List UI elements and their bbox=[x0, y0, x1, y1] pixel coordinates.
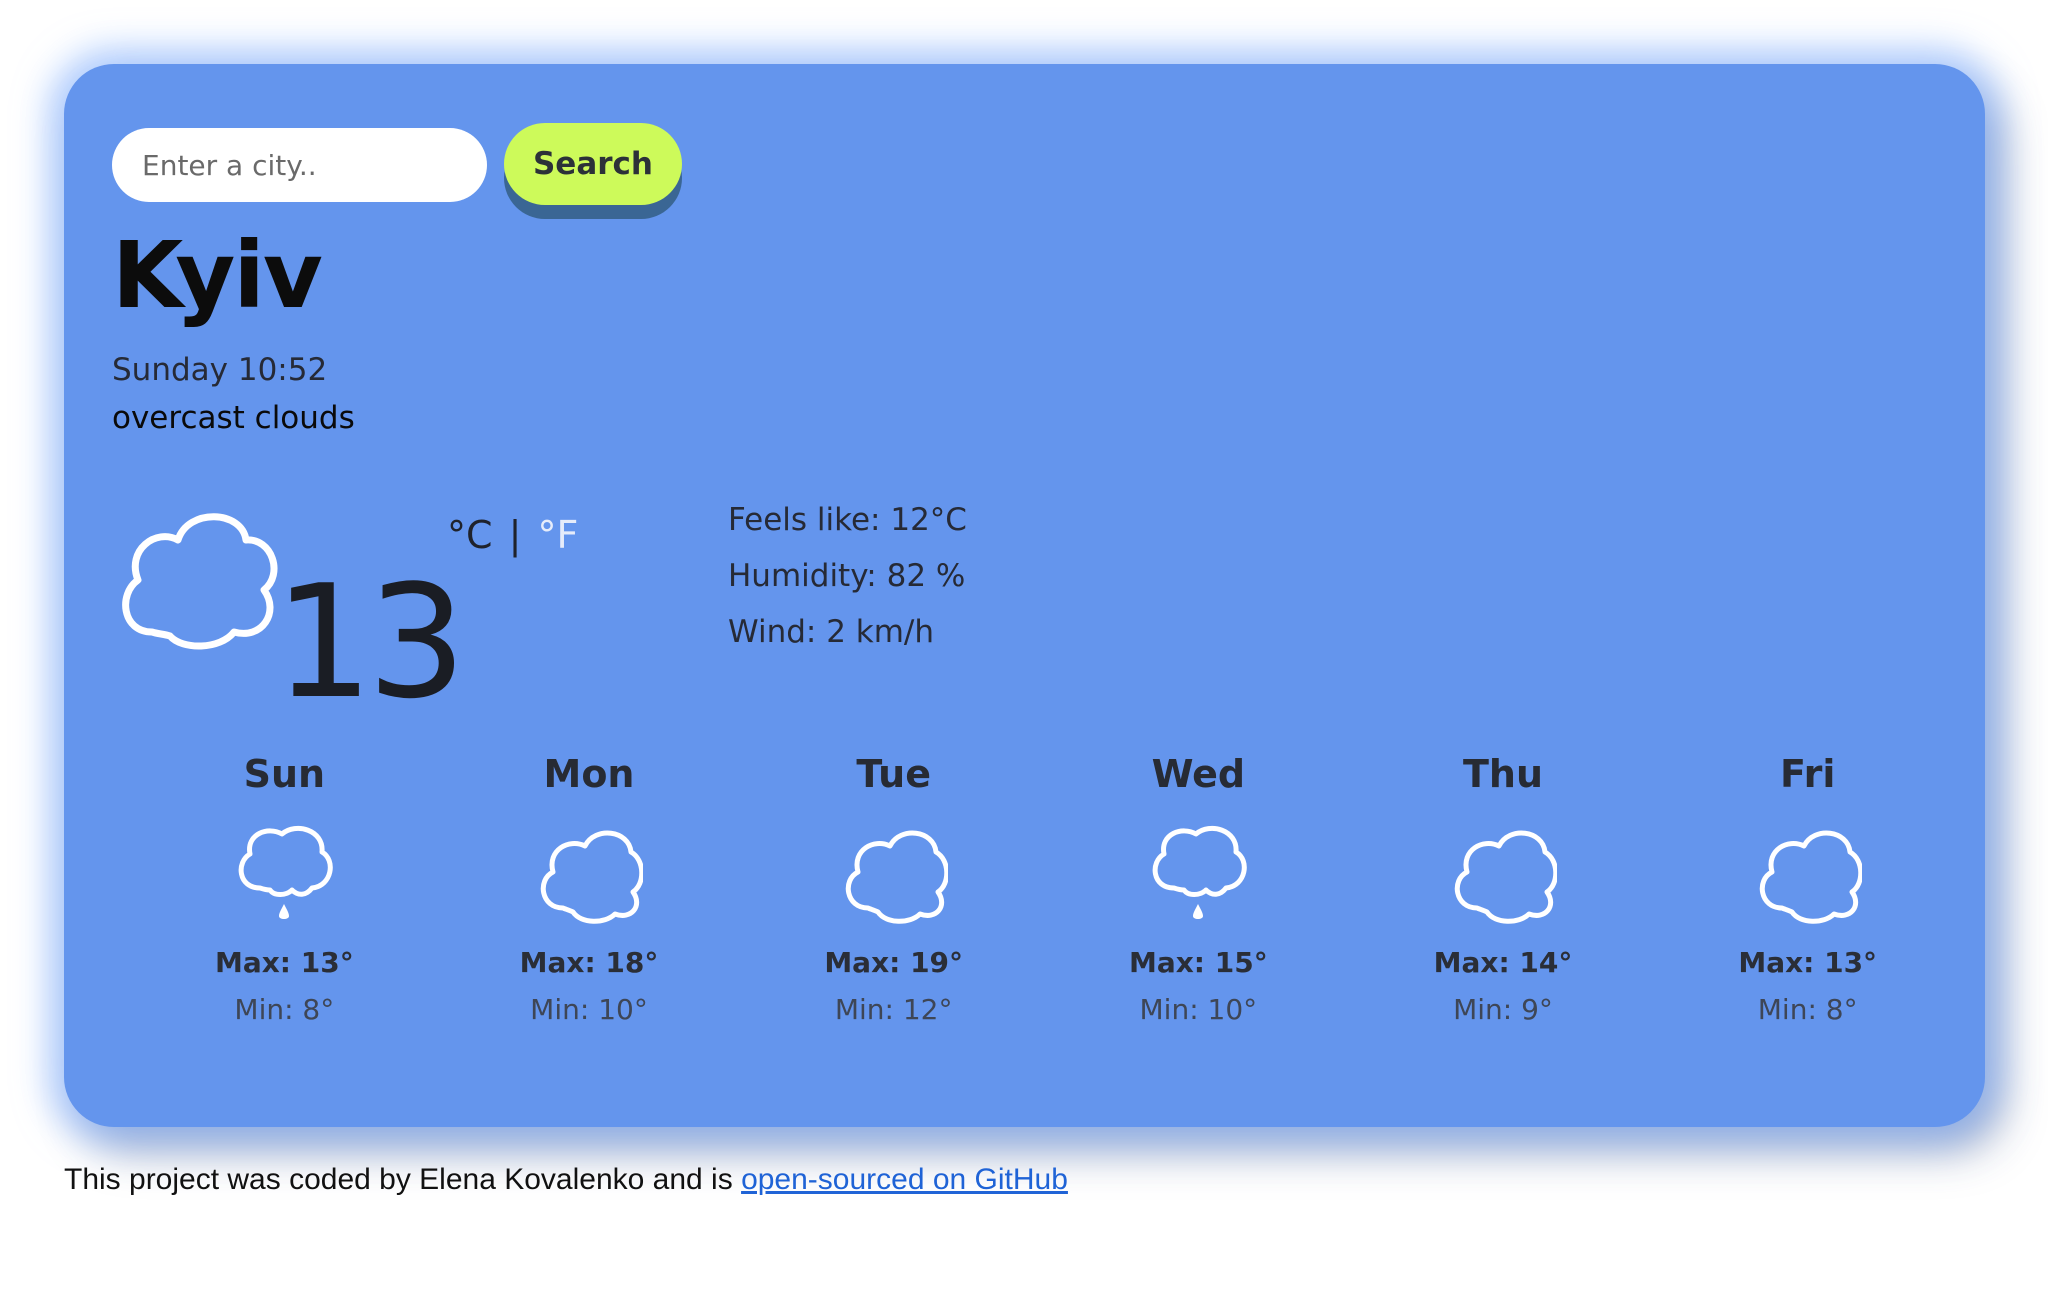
github-link[interactable]: open-sourced on GitHub bbox=[741, 1163, 1068, 1196]
cloud-icon bbox=[122, 513, 278, 650]
city-name: Kyiv bbox=[112, 222, 323, 329]
cloud-rain-icon bbox=[238, 825, 334, 919]
cloud-icon bbox=[1759, 830, 1862, 924]
unit-separator: | bbox=[508, 513, 522, 557]
forecast-min: Min: 12° bbox=[834, 993, 953, 1026]
forecast-max: Max: 13° bbox=[1738, 946, 1878, 979]
cloud-icon bbox=[1454, 830, 1558, 924]
forecast-day: Fri Max: 13° Min: 8° bbox=[1655, 730, 1960, 1060]
forecast-max: Max: 15° bbox=[1128, 946, 1268, 979]
wind-speed: Wind: 2 km/h bbox=[728, 614, 935, 650]
cloud-rain-icon bbox=[1153, 825, 1248, 919]
weather-card: Search Kyiv Sunday 10:52 overcast clouds… bbox=[64, 64, 1985, 1127]
forecast-day-name: Thu bbox=[1463, 752, 1544, 796]
celsius-link[interactable]: °C bbox=[447, 513, 493, 557]
forecast-day-name: Sun bbox=[243, 752, 326, 796]
forecast-min: Min: 10° bbox=[530, 993, 648, 1026]
city-search-input[interactable] bbox=[112, 128, 487, 202]
forecast-max: Max: 18° bbox=[519, 946, 659, 979]
forecast-max: Max: 13° bbox=[214, 946, 354, 979]
feels-like: Feels like: 12°C bbox=[728, 502, 967, 538]
forecast-day: Sun Max: 13° Min: 8° bbox=[132, 730, 437, 1060]
weather-details: Feels like: 12°C Humidity: 82 % Wind: 2 … bbox=[728, 492, 967, 660]
forecast-min: Min: 9° bbox=[1453, 993, 1553, 1026]
unit-toggle: °C | °F bbox=[447, 512, 578, 558]
forecast-day-name: Tue bbox=[856, 752, 931, 796]
cloud-icon bbox=[540, 830, 643, 924]
page: Search Kyiv Sunday 10:52 overcast clouds… bbox=[0, 0, 2048, 1302]
forecast-min: Min: 8° bbox=[1757, 993, 1858, 1026]
forecast-day: Wed Max: 15° Min: 10° bbox=[1046, 730, 1351, 1060]
search-button[interactable]: Search bbox=[504, 123, 682, 205]
forecast-day: Thu Max: 14° Min: 9° bbox=[1351, 730, 1656, 1060]
forecast-max: Max: 14° bbox=[1433, 946, 1573, 979]
footer-text: This project was coded by Elena Kovalenk… bbox=[64, 1163, 742, 1196]
current-datetime: Sunday 10:52 bbox=[112, 352, 328, 388]
forecast-day: Mon Max: 18° Min: 10° bbox=[437, 730, 742, 1060]
forecast-min: Min: 10° bbox=[1139, 993, 1258, 1026]
forecast-day-name: Mon bbox=[543, 752, 635, 796]
fahrenheit-link[interactable]: °F bbox=[538, 513, 579, 557]
forecast-day-name: Fri bbox=[1780, 752, 1836, 796]
forecast-day-name: Wed bbox=[1151, 752, 1246, 796]
cloud-icon bbox=[845, 830, 948, 924]
current-temperature: 13 bbox=[274, 551, 467, 733]
forecast-max: Max: 19° bbox=[824, 946, 964, 979]
forecast-min: Min: 8° bbox=[234, 993, 335, 1026]
forecast: Sun Max: 13° Min: 8° Mon Max: 18° Min: 1… bbox=[132, 730, 1960, 1060]
forecast-day: Tue Max: 19° Min: 12° bbox=[741, 730, 1046, 1060]
footer: This project was coded by Elena Kovalenk… bbox=[64, 1160, 1068, 1200]
humidity: Humidity: 82 % bbox=[728, 558, 966, 594]
weather-description: overcast clouds bbox=[112, 400, 355, 436]
